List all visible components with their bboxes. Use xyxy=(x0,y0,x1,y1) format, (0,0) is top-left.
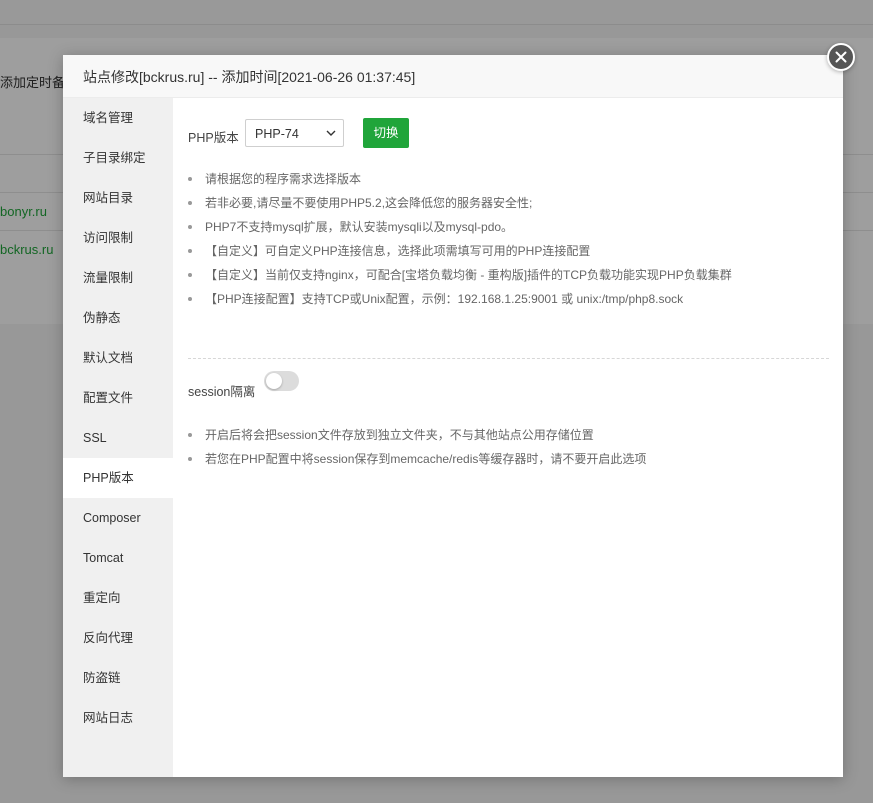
sidebar-item-domain[interactable]: 域名管理 xyxy=(63,98,173,138)
tip-text: 【PHP连接配置】支持TCP或Unix配置，示例：192.168.1.25:90… xyxy=(205,292,684,306)
php-version-select[interactable]: PHP-74 xyxy=(245,119,344,147)
tip-text: PHP7不支持mysql扩展，默认安装mysqli以及mysql-pdo。 xyxy=(205,220,514,234)
close-modal-button[interactable] xyxy=(827,43,855,71)
sidebar-item-php-version[interactable]: PHP版本 xyxy=(63,458,173,498)
sidebar-item-tomcat[interactable]: Tomcat xyxy=(63,538,173,578)
session-isolation-label: session隔离 xyxy=(188,385,256,399)
list-item: 请根据您的程序需求选择版本 xyxy=(188,167,732,191)
bullet-icon xyxy=(188,457,192,461)
toggle-knob xyxy=(266,373,282,389)
sidebar-item-config-file[interactable]: 配置文件 xyxy=(63,378,173,418)
bullet-icon xyxy=(188,249,192,253)
tip-text: 若您在PHP配置中将session保存到memcache/redis等缓存器时，… xyxy=(205,452,647,466)
sidebar-item-hotlink-protection[interactable]: 防盗链 xyxy=(63,658,173,698)
sidebar-item-traffic-limit[interactable]: 流量限制 xyxy=(63,258,173,298)
tip-text: 【自定义】可自定义PHP连接信息，选择此项需填写可用的PHP连接配置 xyxy=(205,244,591,258)
bullet-icon xyxy=(188,297,192,301)
tip-text: 【自定义】当前仅支持nginx，可配合[宝塔负载均衡 - 重构版]插件的TCP负… xyxy=(205,268,732,282)
sidebar-item-reverse-proxy[interactable]: 反向代理 xyxy=(63,618,173,658)
list-item: PHP7不支持mysql扩展，默认安装mysqli以及mysql-pdo。 xyxy=(188,215,732,239)
php-tips-list: 请根据您的程序需求选择版本 若非必要,请尽量不要使用PHP5.2,这会降低您的服… xyxy=(188,167,732,311)
sidebar-item-default-doc[interactable]: 默认文档 xyxy=(63,338,173,378)
site-edit-modal: 站点修改[bckrus.ru] -- 添加时间[2021-06-26 01:37… xyxy=(63,55,843,777)
section-divider xyxy=(188,358,829,359)
list-item: 若您在PHP配置中将session保存到memcache/redis等缓存器时，… xyxy=(188,447,646,471)
bullet-icon xyxy=(188,273,192,277)
list-item: 【自定义】当前仅支持nginx，可配合[宝塔负载均衡 - 重构版]插件的TCP负… xyxy=(188,263,732,287)
php-version-panel: PHP版本 PHP-74 切换 请根据您的程序需求选择版本 若非必要,请尽量不要… xyxy=(173,98,843,777)
bullet-icon xyxy=(188,433,192,437)
sidebar-item-redirect[interactable]: 重定向 xyxy=(63,578,173,618)
tip-text: 请根据您的程序需求选择版本 xyxy=(205,172,362,186)
chevron-down-icon xyxy=(326,130,336,136)
switch-php-button[interactable]: 切换 xyxy=(363,118,409,148)
session-tips-list: 开启后将会把session文件存放到独立文件夹，不与其他站点公用存储位置 若您在… xyxy=(188,423,646,471)
sidebar-item-access-limit[interactable]: 访问限制 xyxy=(63,218,173,258)
sidebar-item-subdir-binding[interactable]: 子目录绑定 xyxy=(63,138,173,178)
tip-text: 开启后将会把session文件存放到独立文件夹，不与其他站点公用存储位置 xyxy=(205,428,594,442)
list-item: 若非必要,请尽量不要使用PHP5.2,这会降低您的服务器安全性; xyxy=(188,191,732,215)
bullet-icon xyxy=(188,225,192,229)
sidebar-item-site-directory[interactable]: 网站目录 xyxy=(63,178,173,218)
php-version-selected: PHP-74 xyxy=(255,127,299,141)
session-isolation-toggle[interactable] xyxy=(264,371,299,391)
tip-text: 若非必要,请尽量不要使用PHP5.2,这会降低您的服务器安全性; xyxy=(205,196,533,210)
sidebar-item-composer[interactable]: Composer xyxy=(63,498,173,538)
modal-sidebar: 域名管理 子目录绑定 网站目录 访问限制 流量限制 伪静态 默认文档 配置文件 … xyxy=(63,98,173,777)
list-item: 【自定义】可自定义PHP连接信息，选择此项需填写可用的PHP连接配置 xyxy=(188,239,732,263)
list-item: 开启后将会把session文件存放到独立文件夹，不与其他站点公用存储位置 xyxy=(188,423,646,447)
sidebar-item-ssl[interactable]: SSL xyxy=(63,418,173,458)
modal-header: 站点修改[bckrus.ru] -- 添加时间[2021-06-26 01:37… xyxy=(63,55,843,98)
sidebar-item-site-log[interactable]: 网站日志 xyxy=(63,698,173,738)
close-icon xyxy=(835,51,847,63)
bullet-icon xyxy=(188,177,192,181)
modal-title: 站点修改[bckrus.ru] -- 添加时间[2021-06-26 01:37… xyxy=(83,69,416,85)
bullet-icon xyxy=(188,201,192,205)
php-version-label: PHP版本 xyxy=(188,131,239,145)
list-item: 【PHP连接配置】支持TCP或Unix配置，示例：192.168.1.25:90… xyxy=(188,287,732,311)
sidebar-item-rewrite[interactable]: 伪静态 xyxy=(63,298,173,338)
